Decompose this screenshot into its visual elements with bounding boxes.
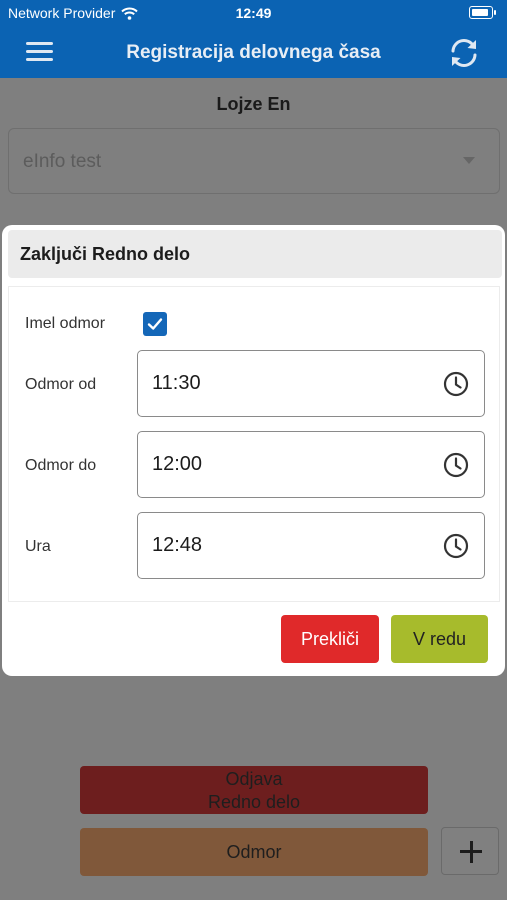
user-name: Lojze En bbox=[216, 94, 291, 114]
refresh-icon bbox=[451, 39, 477, 67]
finish-work-dialog: Zaključi Redno delo Imel odmor Odmor od … bbox=[2, 225, 505, 676]
time-value: 12:48 bbox=[152, 534, 203, 556]
project-select[interactable]: eInfo test bbox=[8, 128, 500, 194]
break-to-label: Odmor do bbox=[25, 457, 97, 474]
break-from-value: 11:30 bbox=[152, 372, 201, 394]
refresh-button[interactable] bbox=[447, 36, 481, 70]
checkmark-icon bbox=[147, 318, 163, 330]
break-to-input[interactable]: 12:00 bbox=[137, 431, 485, 498]
dialog-header: Zaključi Redno delo bbox=[8, 230, 502, 278]
page-title: Registracija delovnega časa bbox=[126, 42, 381, 63]
app-header: Registracija delovnega časa bbox=[0, 28, 507, 78]
checkout-button-line1: Odjava bbox=[225, 769, 283, 789]
checkout-button-line2: Redno delo bbox=[207, 792, 301, 812]
status-bar: Network Provider 12:49 bbox=[0, 0, 507, 28]
had-break-label: Imel odmor bbox=[25, 315, 106, 332]
time-label: Ura bbox=[25, 538, 51, 555]
time-input[interactable]: 12:48 bbox=[137, 512, 485, 579]
chevron-down-icon bbox=[463, 157, 475, 164]
break-from-input[interactable]: 11:30 bbox=[137, 350, 485, 417]
dialog-actions: Prekliči V redu bbox=[2, 613, 505, 665]
battery-icon bbox=[469, 6, 496, 19]
cancel-button[interactable]: Prekliči bbox=[281, 615, 379, 663]
dialog-body: Imel odmor Odmor od 11:30 Odmor do 12:00… bbox=[8, 286, 500, 602]
clock-icon[interactable] bbox=[443, 371, 469, 397]
ok-button[interactable]: V redu bbox=[391, 615, 488, 663]
break-to-value: 12:00 bbox=[152, 453, 203, 475]
clock-icon[interactable] bbox=[443, 452, 469, 478]
project-select-value: eInfo test bbox=[23, 151, 102, 172]
break-button[interactable]: Odmor bbox=[80, 828, 428, 876]
checkout-button[interactable]: Odjava Redno delo bbox=[80, 766, 428, 814]
clock-icon[interactable] bbox=[443, 533, 469, 559]
status-time: 12:49 bbox=[235, 5, 272, 21]
add-button[interactable] bbox=[441, 827, 499, 875]
had-break-checkbox[interactable] bbox=[143, 312, 167, 336]
dialog-title: Zaključi Redno delo bbox=[20, 244, 191, 264]
break-from-label: Odmor od bbox=[25, 376, 97, 393]
